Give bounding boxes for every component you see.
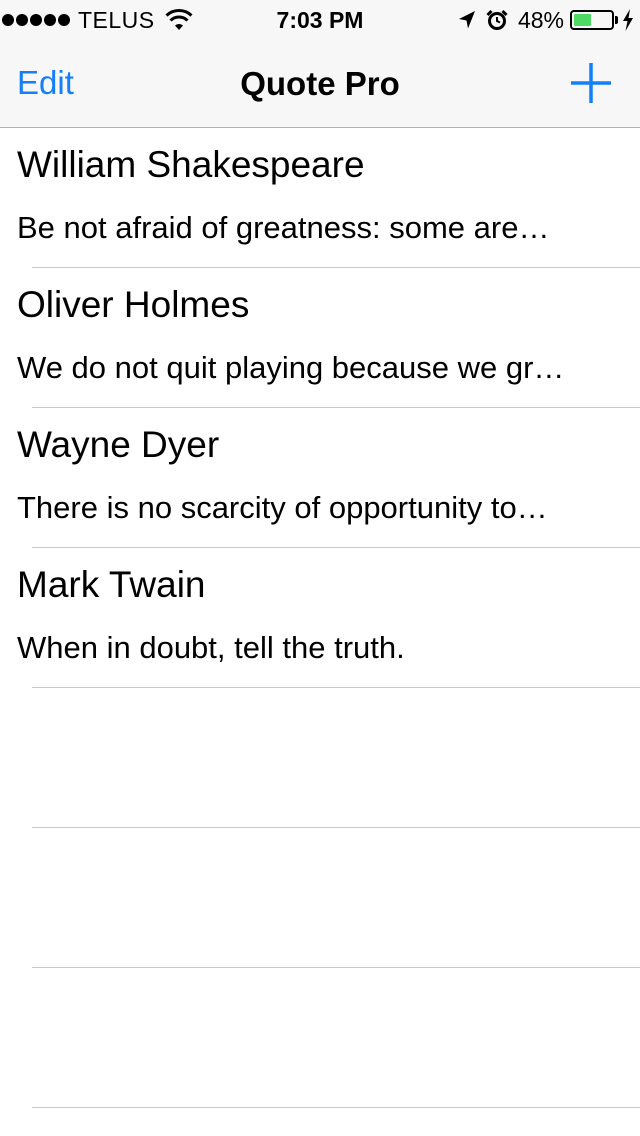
quote-author: Mark Twain [17, 564, 206, 605]
plus-icon[interactable] [568, 60, 614, 106]
location-arrow-icon [458, 11, 475, 29]
quote-preview: When in doubt, tell the truth. [17, 630, 405, 665]
quote-row[interactable]: Mark Twain When in doubt, tell the truth… [0, 548, 640, 688]
status-right: 48% [458, 7, 634, 33]
quote-list: William Shakespeare Be not afraid of gre… [0, 128, 640, 1108]
quote-row[interactable]: Oliver Holmes We do not quit playing bec… [0, 268, 640, 408]
page-title: Quote Pro [240, 65, 400, 102]
charging-bolt-icon [623, 9, 633, 31]
quote-preview: There is no scarcity of opportunity to… [17, 490, 548, 525]
battery-tip [615, 16, 618, 24]
battery-level-fill [574, 14, 591, 26]
battery-icon [570, 10, 614, 30]
alarm-clock-icon [486, 9, 508, 30]
quote-author: Oliver Holmes [17, 284, 250, 325]
status-bar: TELUS 7:03 PM 48% [0, 0, 640, 40]
quote-row[interactable]: Wayne Dyer There is no scarcity of oppor… [0, 408, 640, 548]
empty-row [0, 688, 640, 828]
quote-author: Wayne Dyer [17, 424, 220, 465]
navigation-bar: Edit Quote Pro [0, 40, 640, 128]
empty-row [0, 828, 640, 968]
quote-author: William Shakespeare [17, 144, 365, 185]
quote-preview: Be not afraid of greatness: some are… [17, 210, 550, 245]
battery-percent: 48% [517, 6, 564, 33]
quote-row[interactable]: William Shakespeare Be not afraid of gre… [0, 128, 640, 268]
quote-preview: We do not quit playing because we gr… [17, 350, 565, 385]
empty-row [0, 968, 640, 1108]
